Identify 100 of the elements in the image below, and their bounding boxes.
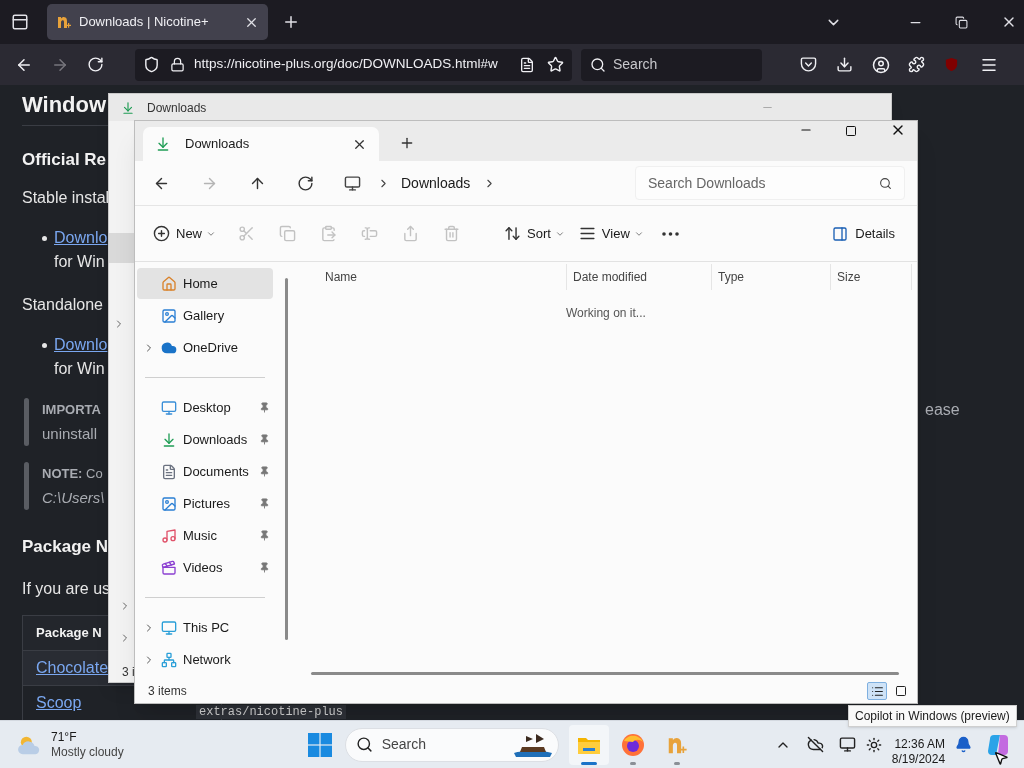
tab-title: Downloads | Nicotine+: [79, 13, 209, 32]
paragraph: Standalone: [22, 295, 103, 315]
search-field[interactable]: Search: [581, 48, 762, 81]
sidebar-item[interactable]: Home: [137, 268, 273, 299]
sidebar-item[interactable]: Gallery: [137, 300, 273, 331]
sort-icon: [504, 225, 521, 242]
list-icon: [870, 684, 884, 698]
sidebar-item[interactable]: Music: [137, 520, 273, 551]
note-text: C:\Users\: [42, 488, 105, 508]
plus-icon: [153, 225, 170, 242]
sun-icon[interactable]: [865, 736, 882, 753]
tooltip: Copilot in Windows (preview): [848, 705, 1017, 727]
details-pane-icon: [832, 225, 849, 242]
sidebar-item[interactable]: Pictures: [137, 488, 273, 519]
more-icon: [661, 231, 679, 236]
page-heading: Window: [22, 91, 107, 119]
search-icon: [879, 176, 892, 190]
sidebar-item[interactable]: Videos: [137, 552, 273, 583]
sort-button[interactable]: Sort: [498, 216, 571, 251]
firefox-icon: [620, 732, 645, 757]
horizontal-scrollbar[interactable]: [311, 672, 899, 675]
bullet-icon: [42, 236, 47, 241]
bell-icon[interactable]: [955, 736, 973, 753]
details-view-button[interactable]: [867, 682, 887, 700]
account-icon[interactable]: [872, 55, 890, 74]
column-header[interactable]: Name: [325, 268, 357, 286]
breadcrumb-item[interactable]: Downloads: [401, 172, 471, 194]
copilot-icon[interactable]: [986, 732, 1011, 757]
share-icon: [402, 225, 419, 242]
cursor-icon: [993, 749, 1009, 767]
scrollbar-thumb[interactable]: [284, 278, 288, 640]
search-placeholder: Search: [613, 55, 658, 74]
video-icon: [161, 559, 177, 576]
square-icon: [895, 685, 907, 697]
explorer-tab[interactable]: Downloads: [143, 127, 379, 161]
sidebar-item[interactable]: Downloads: [137, 424, 273, 455]
house-icon: [161, 275, 177, 292]
shield-icon[interactable]: [143, 56, 160, 73]
restore-icon[interactable]: [955, 15, 968, 29]
copy-icon: [279, 225, 296, 242]
music-icon: [161, 527, 177, 544]
table-header: Package N: [36, 624, 102, 643]
paragraph: for Win: [54, 252, 105, 272]
pocket-icon[interactable]: [800, 56, 817, 73]
section-heading: Official Re: [22, 149, 107, 171]
document-icon: [161, 463, 177, 480]
monitor-icon: [161, 619, 177, 636]
code-text: extras/nicotine-plus: [196, 705, 347, 719]
download-icon[interactable]: [836, 56, 853, 73]
search-placeholder: Search: [381, 735, 427, 754]
reload-icon[interactable]: [87, 56, 104, 73]
clock-date[interactable]: 8/19/2024: [891, 751, 946, 767]
tab-title: Downloads: [185, 135, 250, 154]
tab-list-icon[interactable]: [11, 13, 29, 31]
download-icon: [121, 100, 135, 115]
view-button[interactable]: View: [572, 216, 650, 251]
package-link[interactable]: Chocolate: [36, 656, 109, 680]
section-heading: Package N: [22, 536, 108, 558]
sidebar-item[interactable]: Network: [137, 644, 273, 675]
browser-tab[interactable]: Downloads | Nicotine+: [47, 4, 268, 40]
download-link[interactable]: Downlo: [54, 333, 108, 357]
download-link[interactable]: Downlo: [54, 226, 108, 250]
trash-icon: [443, 225, 460, 242]
column-header[interactable]: Date modified: [573, 268, 648, 286]
new-tab-icon[interactable]: [399, 135, 415, 151]
reader-view-icon[interactable]: [519, 56, 535, 73]
address-field[interactable]: https://nicotine-plus.org/doc/DOWNLOADS.html#w: [135, 48, 572, 81]
star-icon[interactable]: [547, 56, 564, 73]
new-tab-icon[interactable]: [282, 13, 300, 31]
search-icon: [590, 56, 606, 73]
column-header[interactable]: Type: [718, 268, 744, 286]
search-placeholder: Search Downloads: [648, 173, 766, 193]
lock-icon[interactable]: [170, 57, 185, 72]
column-header[interactable]: Size: [837, 268, 861, 286]
taskbar-search-field[interactable]: Search: [344, 727, 559, 762]
sidebar-item[interactable]: Documents: [137, 456, 273, 487]
monitor-icon[interactable]: [838, 736, 856, 753]
extensions-icon[interactable]: [908, 56, 925, 73]
paragraph: for Win: [54, 359, 105, 379]
item-count: 3 items: [148, 683, 187, 700]
details-button[interactable]: Details: [826, 216, 901, 251]
status-message: Working on it...: [566, 305, 646, 322]
search-field[interactable]: Search Downloads: [635, 166, 905, 200]
start-icon[interactable]: [307, 732, 332, 757]
monitor-icon[interactable]: [344, 174, 361, 192]
weather-condition[interactable]: Mostly cloudy: [51, 744, 124, 760]
cloud-off-icon[interactable]: [806, 736, 824, 753]
list-icon: [578, 225, 596, 242]
clock-time[interactable]: 12:36 AM: [894, 736, 946, 752]
sidebar-item[interactable]: Desktop: [137, 392, 273, 423]
weather-temperature[interactable]: 71°F: [51, 729, 124, 745]
refresh-icon: [296, 174, 314, 192]
sidebar-item[interactable]: OneDrive: [137, 332, 273, 363]
explorer-taskbar-button[interactable]: [568, 724, 609, 765]
rename-icon: [361, 225, 378, 242]
sidebar-item[interactable]: This PC: [137, 612, 273, 643]
maximize-icon[interactable]: [845, 125, 857, 137]
package-link[interactable]: Scoop: [36, 691, 82, 715]
paragraph: ease: [925, 400, 960, 420]
new-button[interactable]: New: [147, 216, 222, 251]
